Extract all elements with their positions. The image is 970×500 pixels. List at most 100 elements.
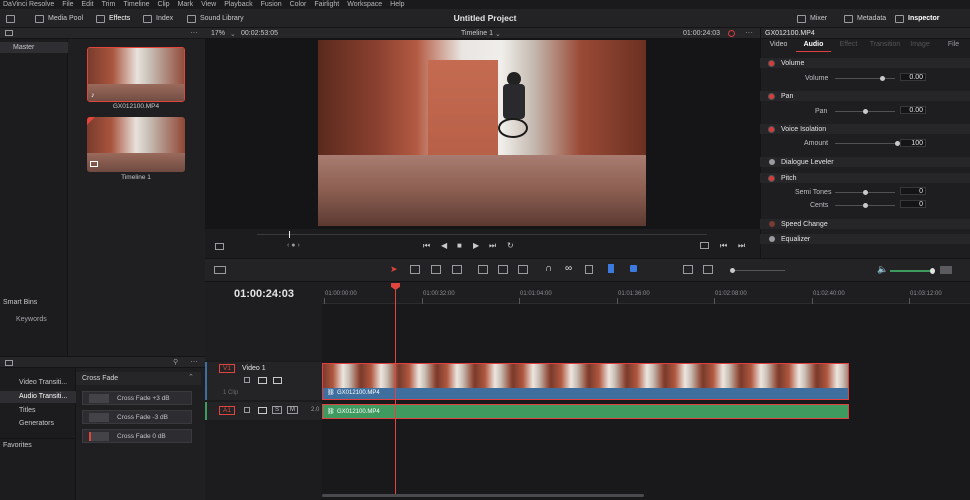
volume-value[interactable]: 0.00 [900,73,926,81]
play-icon[interactable]: ▶ [473,241,479,250]
menu-timeline[interactable]: Timeline [123,1,149,8]
a1-solo-button[interactable]: S [272,406,283,414]
menu-color[interactable]: Color [290,1,307,8]
stop-icon[interactable]: ■ [457,241,462,250]
amount-slider[interactable] [835,141,900,146]
effects-panel-icon[interactable] [5,360,13,366]
position-lock-icon[interactable] [585,265,593,274]
viewer-timeline-name[interactable]: Timeline 1 [461,30,493,37]
category-video-transitions[interactable]: Video Transiti... [19,379,67,386]
master-volume-slider[interactable] [890,268,935,274]
v1-auto-select-icon[interactable] [258,377,267,384]
a1-label[interactable]: A1 [219,406,235,415]
cross-fade-group[interactable]: Cross Fade ⌃ [76,372,201,385]
cents-slider[interactable] [835,203,895,208]
menu-file[interactable]: File [62,1,73,8]
mixer-button[interactable]: Mixer [797,12,827,25]
play-reverse-icon[interactable]: ◀ [441,241,447,250]
jog-control-icon[interactable]: ‹ ● › [287,242,300,249]
amount-value[interactable]: 100 [900,139,926,147]
timeline-view-options-icon[interactable] [214,266,226,274]
metadata-button[interactable]: Metadata [844,12,886,25]
volume-slider[interactable] [835,76,895,81]
flag-icon[interactable] [608,264,614,273]
v1-disable-icon[interactable] [273,377,282,384]
menu-fusion[interactable]: Fusion [261,1,282,8]
more-options-icon[interactable]: ··· [190,28,198,37]
snapping-icon[interactable]: ∩ [545,263,552,274]
menu-edit[interactable]: Edit [82,1,94,8]
next-edit-icon[interactable]: ⏭ [738,241,745,251]
dialogue-leveler-section[interactable]: Dialogue Leveler [760,157,970,167]
effects-search-icon[interactable]: ⚲ [173,358,178,366]
pitch-toggle-icon[interactable] [768,174,775,182]
timeline-zoom-slider[interactable] [730,268,785,273]
trim-tool-icon[interactable] [410,265,420,274]
bin-master[interactable]: Master [0,42,68,53]
volume-icon[interactable]: 🔈 [877,264,888,275]
timeline-chevron-icon[interactable]: ⌄ [495,30,501,38]
timeline-scrollbar[interactable] [322,494,644,497]
pan-toggle-icon[interactable] [768,92,775,100]
timeline-thumbnail[interactable] [87,117,185,172]
v1-name[interactable]: Video 1 [242,365,266,372]
speed-change-section[interactable]: Speed Change [760,219,970,229]
pan-slider[interactable] [835,109,895,114]
inspector-button[interactable]: Inspector [895,12,940,25]
color-settings-icon[interactable] [728,30,735,37]
collapse-chevron-icon[interactable]: ⌃ [188,373,194,381]
a1-mute-button[interactable]: M [287,406,298,414]
a1-lock-icon[interactable] [244,407,250,413]
v1-label[interactable]: V1 [219,364,235,373]
semi-tones-slider[interactable] [835,190,895,195]
dialogue-leveler-toggle-icon[interactable] [769,159,775,165]
replace-clip-icon[interactable] [518,265,528,274]
prev-edit-icon[interactable]: ⏮ [720,241,727,251]
cents-value[interactable]: 0 [900,200,926,208]
v1-lock-icon[interactable] [244,377,250,383]
semi-tones-value[interactable]: 0 [900,187,926,195]
voice-isolation-section[interactable]: Voice Isolation [760,124,970,134]
smart-bin-keywords[interactable]: Keywords [16,316,47,323]
scrub-bar[interactable] [257,234,707,235]
media-pool-button[interactable]: Media Pool [35,12,83,25]
sound-library-button[interactable]: Sound Library [187,12,244,25]
tab-transition[interactable]: Transition [866,41,904,52]
viewer-options-icon[interactable]: ··· [745,28,753,37]
clip-thumbnail[interactable]: ♪ [87,47,185,102]
tab-file[interactable]: File [936,41,970,52]
menu-playback[interactable]: Playback [224,1,252,8]
menu-trim[interactable]: Trim [102,1,116,8]
linked-selection-icon[interactable]: ∞ [565,263,572,274]
panel-layout-icon[interactable] [6,12,19,25]
volume-section[interactable]: Volume [760,58,970,68]
zoom-chevron-icon[interactable]: ⌄ [230,30,236,38]
dynamic-trim-icon[interactable] [431,265,441,274]
pan-section[interactable]: Pan [760,91,970,101]
tab-effect[interactable]: Effect [831,41,866,52]
index-button[interactable]: Index [143,12,173,25]
viewer-mode-icon[interactable] [215,243,224,250]
effect-cross-fade-0[interactable]: Cross Fade 0 dB [82,429,192,443]
speed-change-toggle-icon[interactable] [769,221,775,227]
category-audio-transitions[interactable]: Audio Transiti... [0,391,76,403]
scrub-playhead[interactable] [289,231,290,238]
tab-audio[interactable]: Audio [796,41,831,52]
category-titles[interactable]: Titles [19,407,35,414]
overwrite-clip-icon[interactable] [498,265,508,274]
zoom-detail-icon[interactable] [703,265,713,274]
category-generators[interactable]: Generators [19,420,54,427]
video-frame[interactable] [318,40,646,226]
skip-start-icon[interactable]: ⏮ [423,241,430,251]
insert-clip-icon[interactable] [478,265,488,274]
equalizer-toggle-icon[interactable] [769,236,775,242]
menu-clip[interactable]: Clip [158,1,170,8]
menu-fairlight[interactable]: Fairlight [314,1,339,8]
menu-help[interactable]: Help [390,1,404,8]
a1-auto-select-icon[interactable] [258,407,267,414]
tab-video[interactable]: Video [761,41,796,52]
menu-app[interactable]: DaVinci Resolve [3,1,54,8]
menu-mark[interactable]: Mark [178,1,194,8]
effect-cross-fade-plus3[interactable]: Cross Fade +3 dB [82,391,192,405]
bin-list-icon[interactable] [5,30,13,36]
